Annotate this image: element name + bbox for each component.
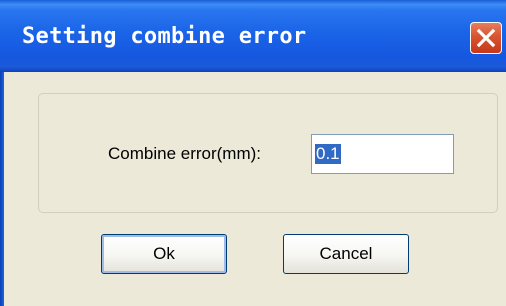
combine-error-value: 0.1	[315, 144, 341, 164]
ok-button[interactable]: Ok	[101, 234, 227, 274]
close-icon	[476, 28, 496, 48]
title-bar[interactable]: Setting combine error	[0, 0, 506, 72]
cancel-button[interactable]: Cancel	[283, 234, 409, 274]
dialog-title: Setting combine error	[22, 24, 307, 49]
combine-error-label: Combine error(mm):	[108, 144, 262, 163]
dialog-window: Setting combine error Combine error(mm):…	[0, 0, 506, 306]
combine-error-input[interactable]: 0.1	[311, 134, 454, 174]
close-button[interactable]	[470, 22, 502, 54]
window-left-border	[0, 72, 4, 306]
